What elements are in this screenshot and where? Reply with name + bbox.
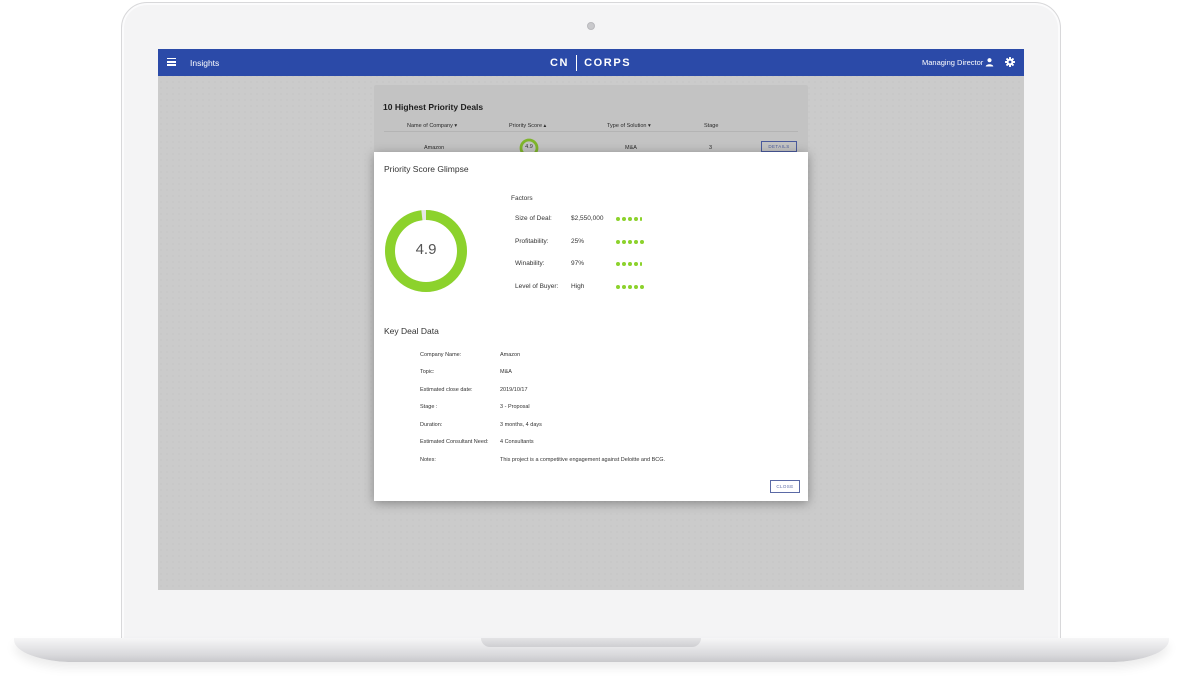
row-score: 4.9 [525, 144, 533, 150]
factor-rating-profitability [616, 240, 648, 245]
factors-title: Factors [511, 195, 533, 202]
rating-dot [628, 217, 632, 221]
header-divider [384, 131, 798, 132]
key-deal-label: Estimated Consultant Need: [420, 439, 489, 445]
score-value: 4.9 [415, 241, 437, 258]
close-button[interactable]: CLOSE [770, 480, 800, 493]
modal-title: Priority Score Glimpse [384, 164, 469, 174]
rating-dot [634, 217, 638, 221]
rating-dot [616, 285, 620, 289]
column-header-solution[interactable]: Type of Solution ▾ [607, 123, 651, 129]
key-deal-label: Company Name: [420, 352, 462, 358]
rating-dot [622, 240, 626, 244]
factor-value-profitability: 25% [571, 238, 585, 245]
factor-label-profitability: Profitability: [515, 238, 549, 245]
key-deal-label: Duration: [420, 422, 443, 428]
factor-label-buyer: Level of Buyer: [515, 283, 559, 290]
rating-dot [640, 217, 642, 221]
row-company: Amazon [424, 145, 445, 151]
rating-dot [616, 262, 620, 266]
column-header-priority-score[interactable]: Priority Score ▴ [509, 123, 546, 129]
key-deal-label: Topic: [420, 369, 435, 375]
factor-label-winability: Winability: [515, 260, 545, 267]
rating-dot [622, 285, 626, 289]
factor-rating-buyer [616, 285, 648, 290]
rating-dot [622, 262, 626, 266]
rating-dot [634, 285, 638, 289]
rating-dot [634, 262, 638, 266]
app-bar: Insights CN CORPS Managing Director [158, 49, 1024, 76]
key-deal-value: Amazon [500, 352, 521, 358]
key-deal-label: Estimated close date: [420, 387, 473, 393]
rating-dot [640, 262, 642, 266]
factor-value-winability: 97% [571, 260, 585, 267]
cn-corps-logo: CN CORPS [550, 55, 631, 71]
key-deal-label: Notes: [420, 457, 436, 463]
person-icon[interactable] [985, 57, 994, 67]
rating-dot [634, 240, 638, 244]
rating-dot [628, 285, 632, 289]
key-deal-value: This project is a competitive engagement… [500, 457, 666, 463]
details-button[interactable]: DETAILS [761, 141, 797, 152]
key-deal-value: 2019/10/17 [500, 387, 528, 393]
factor-value-size: $2,550,000 [571, 215, 604, 222]
priority-score-modal: Priority Score Glimpse 4.9 Factors Size … [374, 152, 808, 501]
rating-dot [616, 217, 620, 221]
camera-icon [587, 22, 595, 30]
hamburger-menu-icon[interactable] [167, 58, 176, 66]
rating-dot [628, 262, 632, 266]
rating-dot [628, 240, 632, 244]
rating-dot [616, 240, 620, 244]
key-deal-value: 3 - Proposal [500, 404, 530, 410]
key-deal-label: Stage : [420, 404, 438, 410]
app-screen: Insights CN CORPS Managing Director 10 H… [158, 49, 1024, 590]
column-header-stage[interactable]: Stage [704, 123, 718, 129]
key-deal-value: M&A [500, 369, 512, 375]
app-title: Insights [190, 58, 220, 68]
key-deal-value: 4 Consultants [500, 439, 534, 445]
laptop-notch [481, 638, 701, 647]
logo-right: CORPS [584, 57, 632, 69]
factor-rating-size [616, 217, 648, 222]
rating-dot [640, 240, 644, 244]
logo-separator [576, 55, 578, 71]
column-header-company[interactable]: Name of Company ▾ [407, 123, 457, 129]
key-deal-value: 3 months, 4 days [500, 422, 542, 428]
factor-label-size: Size of Deal: [515, 215, 552, 222]
factor-value-buyer: High [571, 283, 585, 290]
logo-left: CN [550, 57, 570, 69]
row-solution: M&A [625, 145, 637, 151]
row-stage: 3 [709, 145, 713, 151]
rating-dot [640, 285, 644, 289]
key-deal-title: Key Deal Data [384, 326, 439, 336]
user-role: Managing Director [922, 58, 984, 67]
gear-icon[interactable] [1005, 57, 1015, 67]
card-title: 10 Highest Priority Deals [383, 102, 484, 112]
rating-dot [622, 217, 626, 221]
factor-rating-winability [616, 262, 648, 267]
